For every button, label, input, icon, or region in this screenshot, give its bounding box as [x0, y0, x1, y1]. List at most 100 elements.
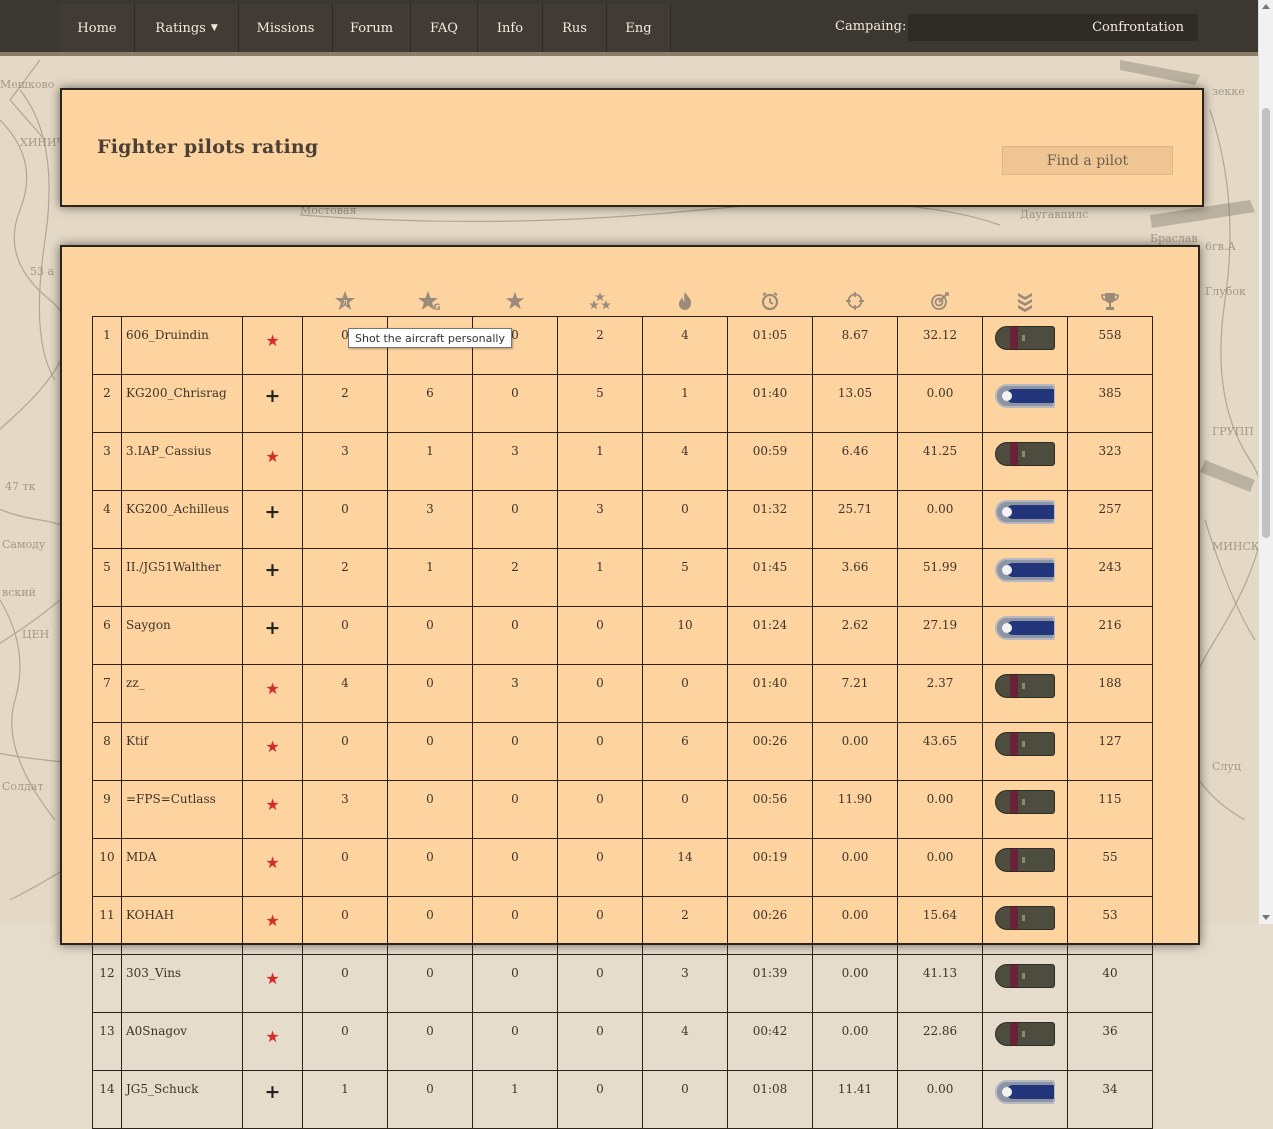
table-row[interactable]: 6 Saygon +0 0 0 0 10 01:24 2.62 27.19 216 [92, 606, 1153, 665]
pilot-name-cell[interactable]: KG200_Achilleus [121, 490, 243, 549]
pilot-name-cell[interactable]: zz_ [121, 664, 243, 723]
stat-cell: 0 [472, 780, 558, 839]
scroll-up-arrow-icon[interactable] [1262, 4, 1270, 9]
table-row[interactable]: 8 Ktif ★ 0 0 0 0 6 00:26 0.00 43.65 127 [92, 722, 1153, 781]
group-kills-icon[interactable]: G [387, 290, 472, 312]
stat-cell: 0 [557, 606, 643, 665]
stat-cell: 00:26 [727, 896, 813, 955]
table-row[interactable]: 12 303_Vins ★ 0 0 0 0 3 01:39 0.00 41.13 40 [92, 954, 1153, 1013]
pilot-name-cell[interactable]: KG200_Chrisrag [121, 374, 243, 433]
pilot-name-cell[interactable]: MDA [121, 838, 243, 897]
pilot-name-cell[interactable]: II./JG51Walther [121, 548, 243, 607]
rank-number-cell: 3 [92, 432, 122, 491]
stat-cell: 01:08 [727, 1070, 813, 1129]
rank-insignia-cell [982, 780, 1068, 839]
top-navbar: Home Ratings ▼ Missions Forum FAQ Info Ru… [0, 0, 1258, 56]
crosshair-icon[interactable] [812, 290, 897, 312]
table-row[interactable]: 1 606_Druindin ★ 0 0 2 4 01:05 8.67 32.12 558 [92, 316, 1153, 375]
pilot-name-cell[interactable]: 303_Vins [121, 954, 243, 1013]
tooltip: Shot the aircraft personally [348, 328, 512, 348]
red-star-icon: ★ [265, 1027, 280, 1046]
stat-cell: 0.00 [812, 1012, 898, 1071]
stat-cell: 0 [557, 954, 643, 1013]
stat-cell: 01:40 [727, 664, 813, 723]
nav-eng[interactable]: Eng [607, 4, 671, 52]
personal-kills-icon[interactable]: Л [302, 290, 387, 312]
stat-cell: 4 [642, 316, 728, 375]
stat-cell: 0 [557, 1070, 643, 1129]
rank-number-cell: 7 [92, 664, 122, 723]
nav-ratings[interactable]: Ratings ▼ [135, 4, 239, 52]
pilot-name-cell[interactable]: 3.IAP_Cassius [121, 432, 243, 491]
red-star-icon: ★ [265, 737, 280, 756]
trophy-icon[interactable] [1067, 290, 1152, 312]
stat-cell: 00:26 [727, 722, 813, 781]
stat-cell: 01:05 [727, 316, 813, 375]
table-row[interactable]: 14 JG5_Schuck +1 0 1 0 0 01:08 11.41 0.00 34 [92, 1070, 1153, 1129]
svg-text:Даугавпилс: Даугавпилс [1020, 208, 1088, 221]
nav-missions-label: Missions [256, 20, 315, 36]
page-scrollbar[interactable] [1258, 0, 1273, 924]
nav-forum[interactable]: Forum [333, 4, 411, 52]
pilot-name-cell[interactable]: JG5_Schuck [121, 1070, 243, 1129]
nav-rus[interactable]: Rus [543, 4, 607, 52]
rank-number-cell: 10 [92, 838, 122, 897]
scroll-thumb[interactable] [1262, 108, 1270, 538]
fire-icon[interactable] [642, 290, 727, 312]
table-row[interactable]: 13 A0Snagov ★ 0 0 0 0 4 00:42 0.00 22.86 36 [92, 1012, 1153, 1071]
stat-cell: 0 [302, 1012, 388, 1071]
rank-insignia-cell [982, 606, 1068, 665]
stat-cell: 10 [642, 606, 728, 665]
pilot-name-cell[interactable]: =FPS=Cutlass [121, 780, 243, 839]
pilot-name-cell[interactable]: KOHAH [121, 896, 243, 955]
table-row[interactable]: 5 II./JG51Walther +2 1 2 1 5 01:45 3.66 51.99 243 [92, 548, 1153, 607]
pilot-name-cell[interactable]: Saygon [121, 606, 243, 665]
pilot-name-cell[interactable]: A0Snagov [121, 1012, 243, 1071]
table-row[interactable]: 2 KG200_Chrisrag +2 6 0 5 1 01:40 13.05 0.00 385 [92, 374, 1153, 433]
stat-cell: 41.13 [897, 954, 983, 1013]
target-icon[interactable] [897, 290, 982, 312]
rank-number-cell: 8 [92, 722, 122, 781]
table-row[interactable]: 11 KOHAH ★ 0 0 0 0 2 00:26 0.00 15.64 53 [92, 896, 1153, 955]
side-cell: ★ [242, 896, 303, 955]
table-row[interactable]: 4 KG200_Achilleus +0 3 0 3 0 01:32 25.71 0.00 257 [92, 490, 1153, 549]
rank-insignia-cell [982, 490, 1068, 549]
table-row[interactable]: 3 3.IAP_Cassius ★ 3 1 3 1 4 00:59 6.46 41.25 323 [92, 432, 1153, 491]
table-row[interactable]: 9 =FPS=Cutlass ★ 3 0 0 0 0 00:56 11.90 0.00 115 [92, 780, 1153, 839]
triple-star-icon[interactable] [557, 290, 642, 312]
find-pilot-button[interactable]: Find a pilot [1002, 146, 1173, 175]
side-cell: ★ [242, 838, 303, 897]
score-cell: 385 [1067, 374, 1153, 433]
scroll-down-arrow-icon[interactable] [1262, 915, 1270, 920]
nav-faq[interactable]: FAQ [411, 4, 478, 52]
star-icon[interactable] [472, 290, 557, 312]
stat-cell: 00:42 [727, 1012, 813, 1071]
campaign-select[interactable]: Confrontation [908, 14, 1198, 41]
soviet-shoulder-strap-icon [995, 732, 1055, 756]
side-cell: + [242, 374, 303, 433]
stat-cell: 2 [557, 316, 643, 375]
nav-home-label: Home [77, 20, 117, 36]
stat-cell: 1 [557, 548, 643, 607]
score-cell: 323 [1067, 432, 1153, 491]
stat-cell: 4 [302, 664, 388, 723]
stat-cell: 1 [302, 1070, 388, 1129]
side-cell: + [242, 606, 303, 665]
stat-cell: 3 [472, 664, 558, 723]
stat-cell: 0.00 [812, 838, 898, 897]
stat-cell: 0 [472, 954, 558, 1013]
rank-chevron-icon[interactable] [982, 290, 1067, 312]
svg-text:ЦЕН: ЦЕН [22, 628, 49, 641]
nav-menu: Home Ratings ▼ Missions Forum FAQ Info Ru… [60, 4, 671, 52]
pilot-name-cell[interactable]: Ktif [121, 722, 243, 781]
pilot-name-cell[interactable]: 606_Druindin [121, 316, 243, 375]
table-row[interactable]: 10 MDA ★ 0 0 0 0 14 00:19 0.00 0.00 55 [92, 838, 1153, 897]
clock-icon[interactable] [727, 290, 812, 312]
nav-info[interactable]: Info [478, 4, 543, 52]
table-row[interactable]: 7 zz_ ★ 4 0 3 0 0 01:40 7.21 2.37 188 [92, 664, 1153, 723]
nav-missions[interactable]: Missions [239, 4, 333, 52]
score-cell: 257 [1067, 490, 1153, 549]
nav-home[interactable]: Home [60, 4, 135, 52]
stat-cell: 0 [302, 954, 388, 1013]
soviet-shoulder-strap-icon [995, 674, 1055, 698]
